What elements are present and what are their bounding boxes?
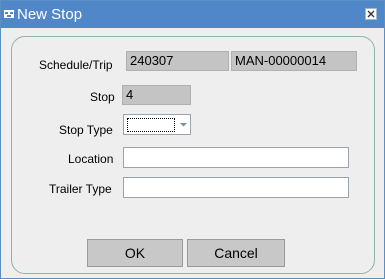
chevron-down-icon[interactable] bbox=[178, 119, 189, 130]
location-input[interactable] bbox=[123, 147, 349, 168]
form-icon bbox=[4, 10, 14, 18]
close-button[interactable] bbox=[365, 8, 377, 20]
close-icon bbox=[367, 10, 375, 18]
stop-label: Stop bbox=[90, 90, 115, 104]
trip-field: MAN-00000014 bbox=[231, 51, 357, 71]
schedule-trip-label: Schedule/Trip bbox=[39, 58, 113, 72]
schedule-field: 240307 bbox=[126, 51, 229, 71]
new-stop-dialog: New Stop Schedule/Trip 240307 MAN-000000… bbox=[0, 0, 385, 279]
stop-field: 4 bbox=[122, 85, 191, 105]
ok-button[interactable]: OK bbox=[87, 239, 183, 267]
stop-type-select[interactable] bbox=[123, 114, 191, 135]
cancel-button[interactable]: Cancel bbox=[187, 239, 285, 267]
trailer-type-label: Trailer Type bbox=[49, 182, 112, 196]
window-title: New Stop bbox=[17, 6, 83, 23]
stop-type-label: Stop Type bbox=[59, 123, 113, 137]
trailer-type-input[interactable] bbox=[123, 177, 349, 198]
title-bar[interactable]: New Stop bbox=[1, 1, 384, 28]
stop-type-value bbox=[127, 118, 175, 132]
location-label: Location bbox=[68, 152, 114, 166]
